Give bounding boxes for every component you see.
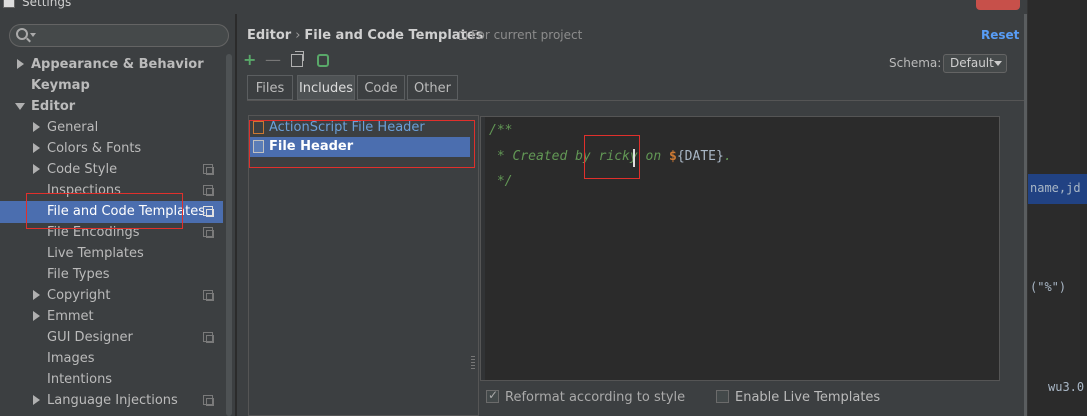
minus-icon[interactable]: — bbox=[265, 52, 281, 68]
scope-note-text: For current project bbox=[471, 28, 583, 42]
code-on: on bbox=[637, 149, 670, 164]
sidebar-item[interactable]: Appearance & Behavior bbox=[0, 54, 223, 75]
sidebar-item[interactable]: Copyright bbox=[0, 285, 223, 306]
project-scope-icon bbox=[203, 185, 214, 196]
expand-arrow-icon[interactable] bbox=[33, 143, 40, 153]
sidebar-item-label: Intentions bbox=[47, 372, 113, 387]
project-scope-icon bbox=[203, 395, 214, 406]
sidebar-item[interactable]: Language Injections bbox=[0, 390, 223, 411]
search-icon bbox=[16, 28, 28, 40]
title-bar: Settings bbox=[0, 0, 1087, 14]
background-code-line: name,jd bbox=[1030, 181, 1081, 195]
editor-gutter bbox=[481, 117, 485, 380]
sidebar-item[interactable]: Live Templates bbox=[0, 243, 223, 264]
code-created-by: * Created by bbox=[489, 149, 599, 164]
sidebar-item[interactable]: Editor bbox=[0, 96, 223, 117]
app-icon bbox=[3, 0, 15, 8]
page-title: File and Code Templates bbox=[304, 28, 484, 43]
sidebar-item[interactable]: Intentions bbox=[0, 369, 223, 390]
reformat-label: Reformat according to style bbox=[505, 390, 686, 405]
sidebar-item[interactable]: File Types bbox=[0, 264, 223, 285]
close-window-button[interactable] bbox=[976, 0, 1020, 10]
checkbox-unchecked[interactable] bbox=[716, 390, 729, 403]
sidebar-item-label: Language Injections bbox=[47, 393, 178, 408]
sidebar-item[interactable]: Emmet bbox=[0, 306, 223, 327]
project-scope-icon bbox=[459, 31, 467, 40]
expand-arrow-icon[interactable] bbox=[33, 164, 40, 174]
sidebar-item-label: Emmet bbox=[47, 309, 94, 324]
expand-arrow-icon[interactable] bbox=[17, 59, 24, 69]
sidebar-item[interactable]: Keymap bbox=[0, 75, 223, 96]
project-scope-icon bbox=[203, 227, 214, 238]
copy-icon[interactable] bbox=[291, 51, 304, 67]
breadcrumb: Editor › File and Code Templates bbox=[247, 28, 483, 43]
tab-code[interactable]: Code bbox=[357, 75, 405, 100]
code-line-3: */ bbox=[489, 174, 513, 189]
main-panel: Editor › File and Code Templates For curre… bbox=[237, 14, 1024, 416]
template-editor[interactable]: /** * Created by ricky on ${DATE}. */ bbox=[480, 116, 1000, 381]
annotation-box-username bbox=[584, 135, 640, 179]
expand-arrow-icon[interactable] bbox=[33, 122, 40, 132]
code-dollar: $ bbox=[669, 149, 677, 164]
reset-to-default-icon[interactable] bbox=[317, 54, 329, 67]
scope-note: For current project bbox=[459, 28, 582, 42]
settings-search-input[interactable] bbox=[9, 24, 229, 47]
sidebar-item[interactable]: Images bbox=[0, 348, 223, 369]
sidebar-item-label: Live Templates bbox=[47, 246, 144, 261]
expand-arrow-icon[interactable] bbox=[33, 395, 40, 405]
collapse-arrow-icon[interactable] bbox=[15, 103, 25, 110]
expand-arrow-icon[interactable] bbox=[33, 290, 40, 300]
background-code-line: wu3.0 bbox=[1048, 380, 1085, 394]
live-templates-checkbox[interactable]: Enable Live Templates bbox=[716, 390, 880, 405]
sidebar-item-label: Keymap bbox=[31, 78, 90, 93]
annotation-box-list bbox=[249, 120, 475, 168]
checkbox-checked[interactable] bbox=[486, 388, 499, 403]
settings-sidebar: Appearance & Behavior Keymap Editor General… bbox=[0, 14, 236, 416]
reformat-checkbox[interactable]: Reformat according to style bbox=[486, 388, 686, 405]
sidebar-item-label: Images bbox=[47, 351, 95, 366]
sidebar-item-label: General bbox=[47, 120, 99, 135]
tab-files[interactable]: Files bbox=[247, 75, 293, 100]
project-scope-icon bbox=[203, 164, 214, 175]
sidebar-item[interactable]: Code Style bbox=[0, 159, 223, 180]
plus-icon[interactable]: + bbox=[243, 52, 256, 68]
sidebar-item[interactable]: Colors & Fonts bbox=[0, 138, 223, 159]
background-ide-editor: name,jd ("%") wu3.0 bbox=[1027, 0, 1087, 416]
project-scope-icon bbox=[203, 290, 214, 301]
annotation-box-sidebar bbox=[26, 193, 183, 229]
code-line-1: /** bbox=[489, 123, 513, 138]
code-period: . bbox=[723, 149, 732, 164]
sidebar-item-label: Colors & Fonts bbox=[47, 141, 142, 156]
sidebar-item-label: Code Style bbox=[47, 162, 118, 177]
sidebar-item-label: Editor bbox=[31, 99, 76, 114]
sidebar-item-label: Appearance & Behavior bbox=[31, 57, 204, 72]
sidebar-scrollbar[interactable] bbox=[226, 54, 232, 416]
project-scope-icon bbox=[203, 332, 214, 343]
sidebar-item[interactable]: General bbox=[0, 117, 223, 138]
schema-dropdown[interactable]: Default bbox=[943, 54, 1007, 73]
splitter-handle[interactable] bbox=[471, 356, 475, 370]
search-history-caret-icon[interactable] bbox=[30, 33, 36, 37]
schema-value: Default bbox=[950, 56, 994, 70]
sidebar-item-label: Copyright bbox=[47, 288, 111, 303]
background-code-line: ("%") bbox=[1030, 280, 1067, 294]
reset-link[interactable]: Reset bbox=[981, 28, 1019, 42]
project-scope-icon bbox=[203, 206, 214, 217]
sidebar-item-label: GUI Designer bbox=[47, 330, 133, 345]
breadcrumb-root: Editor bbox=[247, 28, 292, 43]
expand-arrow-icon[interactable] bbox=[33, 311, 40, 321]
schema-label: Schema: bbox=[889, 56, 942, 70]
code-date-variable: {DATE} bbox=[676, 149, 724, 164]
tab-divider bbox=[247, 100, 1024, 101]
sidebar-item[interactable]: GUI Designer bbox=[0, 327, 223, 348]
tab-other[interactable]: Other bbox=[407, 75, 458, 100]
window-title: Settings bbox=[22, 0, 72, 9]
live-templates-label: Enable Live Templates bbox=[735, 390, 881, 405]
sidebar-item-label: File Types bbox=[47, 267, 110, 282]
chevron-down-icon bbox=[994, 61, 1002, 66]
breadcrumb-separator: › bbox=[295, 28, 301, 43]
tab-includes[interactable]: Includes bbox=[297, 75, 355, 100]
